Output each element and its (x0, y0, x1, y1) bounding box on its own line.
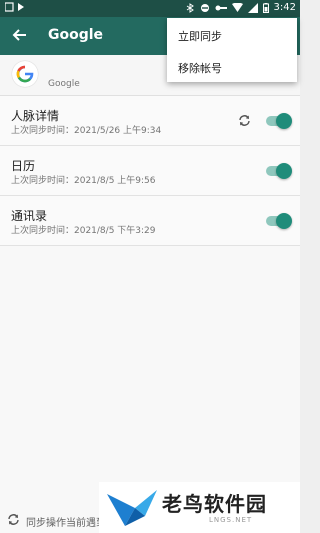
sync-item-last-sync: 上次同步时间：2021/8/5 上午9:56 (11, 176, 156, 186)
sync-item-contacts[interactable]: 通讯录 上次同步时间：2021/8/5 下午3:29 (0, 196, 300, 246)
status-bar: 3:42 (0, 0, 300, 17)
sync-item-title: 人脉详情 (11, 109, 60, 123)
sync-problem-icon (8, 514, 19, 525)
sync-item-title: 日历 (11, 159, 36, 173)
watermark-text: 老鸟软件园 (162, 492, 267, 516)
overflow-menu: 立即同步 移除帐号 (167, 18, 297, 82)
google-g-icon (16, 65, 34, 83)
system-icons: 3:42 (186, 2, 296, 13)
toggle-thumb (276, 213, 292, 229)
back-arrow-icon[interactable] (11, 26, 29, 44)
key-icon (215, 5, 227, 10)
bluetooth-icon (186, 2, 194, 13)
menu-item-label: 移除帐号 (178, 62, 222, 75)
bird-logo-icon (107, 490, 157, 526)
sync-in-progress-icon (239, 115, 250, 126)
menu-item-label: 立即同步 (178, 30, 222, 43)
sync-item-title: 通讯录 (11, 209, 48, 223)
sync-item-last-sync: 上次同步时间：2021/5/26 上午9:34 (11, 126, 162, 136)
toggle-thumb (276, 113, 292, 129)
google-logo-icon (12, 61, 38, 87)
menu-item-remove-account[interactable]: 移除帐号 (167, 52, 297, 82)
status-notification-icons (4, 2, 24, 12)
wifi-icon (231, 3, 243, 12)
watermark: 老鸟软件园 LNGS.NET (99, 482, 300, 533)
watermark-subtext: LNGS.NET (209, 516, 253, 524)
sync-item-contacts-details[interactable]: 人脉详情 上次同步时间：2021/5/26 上午9:34 (0, 96, 300, 146)
page-title: Google (48, 27, 104, 43)
notification-icons (4, 2, 29, 15)
sync-toggle[interactable] (264, 213, 292, 229)
toggle-thumb (276, 163, 292, 179)
sync-item-last-sync: 上次同步时间：2021/8/5 下午3:29 (11, 226, 156, 236)
sync-item-calendar[interactable]: 日历 上次同步时间：2021/8/5 上午9:56 (0, 146, 300, 196)
sync-toggle[interactable] (264, 113, 292, 129)
account-name: Google (48, 79, 80, 89)
sync-problem-text: 同步操作当前遇到 (26, 518, 106, 529)
sync-toggle[interactable] (264, 163, 292, 179)
sync-list: 人脉详情 上次同步时间：2021/5/26 上午9:34 日历 上次同步时间：2… (0, 96, 300, 246)
status-time: 3:42 (273, 2, 296, 13)
battery-icon (262, 2, 269, 13)
menu-item-sync-now[interactable]: 立即同步 (167, 20, 297, 50)
block-icon (200, 3, 209, 12)
signal-icon (247, 2, 258, 13)
